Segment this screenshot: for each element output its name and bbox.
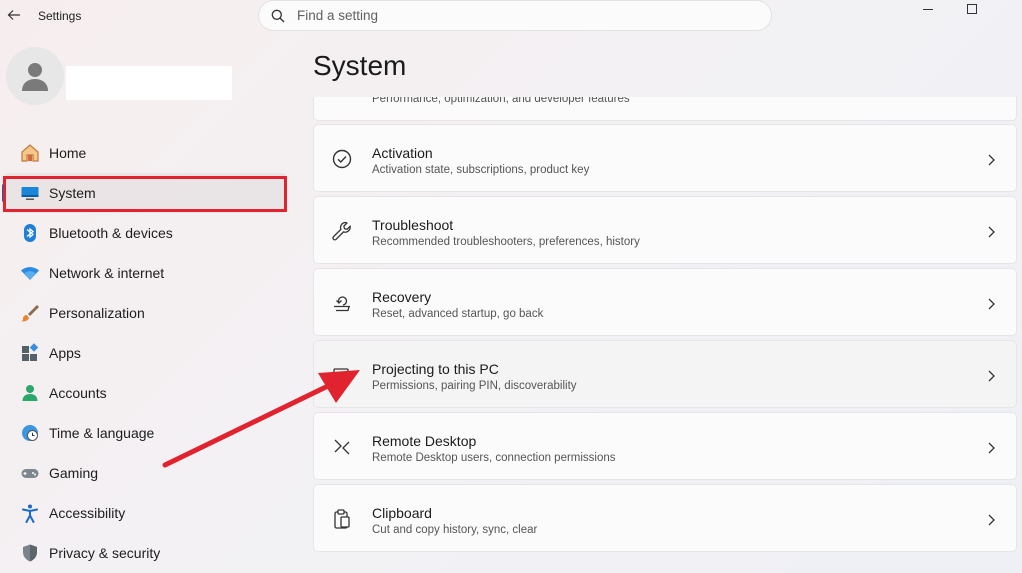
sidebar-item-label: Personalization xyxy=(49,305,145,321)
avatar[interactable] xyxy=(6,47,64,105)
annotation-arrow xyxy=(162,370,360,468)
chevron-right-icon xyxy=(988,298,995,310)
settings-card-advanced[interactable]: Performance, optimization, and developer… xyxy=(313,97,1017,121)
clipboard-icon xyxy=(331,508,353,530)
card-subtitle: Performance, optimization, and developer… xyxy=(372,97,630,105)
person-icon xyxy=(19,382,41,404)
settings-card-projecting-to-this-pc[interactable]: Projecting to this PC Permissions, pairi… xyxy=(313,340,1017,408)
account-name-redacted xyxy=(66,66,232,100)
sidebar-item-label: Network & internet xyxy=(49,265,165,281)
sidebar-item-network-internet[interactable]: Network & internet xyxy=(4,253,286,293)
card-subtitle: Reset, advanced startup, go back xyxy=(372,308,544,320)
bluetooth-icon xyxy=(19,222,41,244)
accessibility-icon xyxy=(19,502,41,524)
sidebar-item-label: Privacy & security xyxy=(49,545,161,561)
person-placeholder-icon xyxy=(22,63,48,91)
sidebar-item-label: Accessibility xyxy=(49,505,126,521)
sidebar-item-home[interactable]: Home xyxy=(4,133,286,173)
settings-card-remote-desktop[interactable]: Remote Desktop Remote Desktop users, con… xyxy=(313,412,1017,480)
page-title: System xyxy=(313,50,407,81)
sidebar-item-personalization[interactable]: Personalization xyxy=(4,293,286,333)
back-arrow-icon xyxy=(7,10,20,20)
card-subtitle: Permissions, pairing PIN, discoverabilit… xyxy=(372,380,577,392)
card-subtitle: Remote Desktop users, connection permiss… xyxy=(372,452,616,464)
settings-card-troubleshoot[interactable]: Troubleshoot Recommended troubleshooters… xyxy=(313,196,1017,264)
card-title: Remote Desktop xyxy=(372,433,477,449)
clock-globe-icon xyxy=(19,422,41,444)
home-icon xyxy=(19,142,41,164)
wifi-icon xyxy=(19,262,41,284)
chevron-right-icon xyxy=(988,226,995,238)
settings-card-activation[interactable]: Activation Activation state, subscriptio… xyxy=(313,124,1017,192)
sidebar-item-bluetooth-devices[interactable]: Bluetooth & devices xyxy=(4,213,286,253)
back-button[interactable] xyxy=(5,4,23,26)
sidebar-item-label: Bluetooth & devices xyxy=(49,225,173,241)
shield-icon xyxy=(19,542,41,564)
chevron-right-icon xyxy=(988,154,995,166)
minimize-icon xyxy=(923,8,933,10)
card-title: Troubleshoot xyxy=(372,217,454,233)
card-title: Projecting to this PC xyxy=(372,361,499,377)
card-subtitle: Cut and copy history, sync, clear xyxy=(372,524,538,536)
sidebar-item-label: Home xyxy=(49,145,87,161)
chevron-right-icon xyxy=(988,514,995,526)
sidebar-item-label: Accounts xyxy=(49,385,107,401)
settings-card-recovery[interactable]: Recovery Reset, advanced startup, go bac… xyxy=(313,268,1017,336)
settings-card-clipboard[interactable]: Clipboard Cut and copy history, sync, cl… xyxy=(313,484,1017,552)
check-circle-icon xyxy=(331,148,353,170)
search-box[interactable] xyxy=(258,0,772,31)
search-input[interactable] xyxy=(297,8,737,23)
card-title: Activation xyxy=(372,145,433,161)
recovery-icon xyxy=(331,292,353,314)
card-title: Clipboard xyxy=(372,505,432,521)
maximize-button[interactable] xyxy=(949,0,995,18)
search-icon xyxy=(271,9,285,22)
chevron-right-icon xyxy=(988,442,995,454)
minimize-button[interactable] xyxy=(905,0,951,18)
brush-icon xyxy=(19,302,41,324)
sidebar-item-privacy-security[interactable]: Privacy & security xyxy=(4,533,286,573)
card-title: Recovery xyxy=(372,289,432,305)
app-title: Settings xyxy=(38,9,82,23)
maximize-icon xyxy=(967,4,977,14)
gamepad-icon xyxy=(19,462,41,484)
title-bar: Settings xyxy=(0,0,1022,34)
sidebar-item-label: Apps xyxy=(49,345,81,361)
annotation-highlight-box xyxy=(3,176,287,212)
wrench-icon xyxy=(331,220,353,242)
card-subtitle: Recommended troubleshooters, preferences… xyxy=(372,236,640,248)
sidebar-item-label: Gaming xyxy=(49,465,99,481)
card-subtitle: Activation state, subscriptions, product… xyxy=(372,164,590,176)
apps-icon xyxy=(19,342,41,364)
sidebar-item-accessibility[interactable]: Accessibility xyxy=(4,493,286,533)
chevron-right-icon xyxy=(988,370,995,382)
sidebar-item-label: Time & language xyxy=(49,425,155,441)
settings-list: Performance, optimization, and developer… xyxy=(313,97,1017,573)
